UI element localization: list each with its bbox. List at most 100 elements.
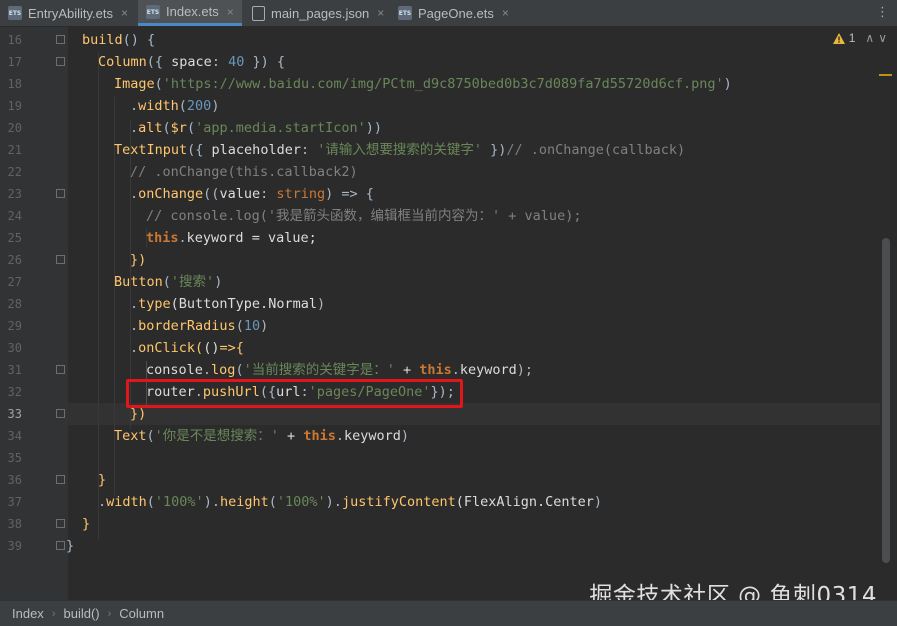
code-token: string: [276, 186, 326, 202]
close-icon[interactable]: ×: [502, 6, 509, 20]
fold-icon[interactable]: [56, 35, 65, 44]
more-tabs-icon[interactable]: ⋮: [876, 5, 889, 20]
code-token: Image: [114, 76, 155, 92]
fold-icon[interactable]: [56, 57, 65, 66]
code-line: TextInput({ placeholder: '请输入想要搜索的关键字' }…: [114, 139, 685, 161]
code-token: }: [82, 516, 91, 532]
editor-tab-bar: ETS EntryAbility.ets × ETS Index.ets × m…: [0, 0, 897, 27]
code-token: this: [419, 362, 452, 378]
code-token: log: [211, 362, 236, 378]
chevron-down-icon[interactable]: ∨: [878, 31, 887, 45]
code-token: :: [211, 54, 229, 70]
close-icon[interactable]: ×: [377, 6, 384, 20]
line-number: 25: [7, 231, 22, 245]
code-token: .: [451, 362, 460, 378]
fold-icon[interactable]: [56, 189, 65, 198]
code-comment: // console.log('我是箭头函数，编辑框当前内容为：' + valu…: [146, 208, 582, 224]
code-token: ): [316, 296, 326, 312]
code-token: Normal: [268, 296, 317, 312]
json-file-icon: [252, 5, 265, 21]
warning-marker[interactable]: [879, 74, 892, 76]
code-token: keyword: [343, 428, 401, 444]
code-token: this: [303, 428, 336, 444]
line-number: 24: [7, 209, 22, 223]
close-icon[interactable]: ×: [227, 5, 234, 19]
code-editor[interactable]: build() { Column({ space: 40 }) { Image(…: [66, 27, 880, 600]
code-line: build() {: [82, 29, 155, 51]
code-token: Column: [98, 54, 147, 70]
code-line: }: [98, 469, 106, 491]
code-line: .width(200): [130, 95, 219, 117]
ets-file-icon: ETS: [398, 6, 412, 20]
warning-icon: [832, 32, 845, 44]
line-number: 23: [7, 187, 22, 201]
line-number: 29: [7, 319, 22, 333]
code-line: .type(ButtonType.Normal): [130, 293, 325, 315]
code-token: :: [260, 186, 277, 202]
fold-icon[interactable]: [56, 541, 65, 550]
tab-pageone[interactable]: ETS PageOne.ets ×: [390, 0, 512, 26]
tab-label: Index.ets: [166, 4, 219, 19]
code-token: type: [138, 296, 171, 312]
tab-entryability[interactable]: ETS EntryAbility.ets ×: [0, 0, 136, 26]
fold-icon[interactable]: [56, 519, 65, 528]
line-number: 16: [7, 33, 22, 47]
fold-icon[interactable]: [56, 255, 65, 264]
close-icon[interactable]: ×: [121, 6, 128, 20]
code-token: }: [66, 538, 75, 554]
line-number: 30: [7, 341, 22, 355]
code-token: Center: [545, 494, 594, 510]
tab-label: EntryAbility.ets: [28, 5, 114, 21]
code-token: =>{: [219, 340, 244, 356]
code-token: .: [178, 230, 187, 246]
warning-count: 1: [848, 31, 856, 45]
tab-index[interactable]: ETS Index.ets ×: [138, 0, 242, 26]
code-comment: // .onChange(this.callback2): [130, 164, 358, 180]
line-number: 21: [7, 143, 22, 157]
code-token: placeholder: [211, 142, 301, 158]
tab-main-pages[interactable]: main_pages.json ×: [244, 0, 390, 26]
line-number-gutter: 16 17 18 19 20 21 22 23 24 25 26 27 28 2…: [0, 27, 68, 600]
code-token: .: [202, 362, 212, 378]
code-token: width: [138, 98, 179, 114]
code-token: .: [130, 186, 139, 202]
code-token: .: [130, 296, 139, 312]
code-line: .width('100%').height('100%').justifyCon…: [98, 491, 602, 513]
chevron-up-icon[interactable]: ∧: [865, 31, 874, 45]
fold-icon[interactable]: [56, 365, 65, 374]
code-token: 'https://www.baidu.com/img/PCtm_d9c8750b…: [162, 76, 724, 92]
code-token: width: [106, 494, 147, 510]
line-number: 32: [7, 385, 22, 399]
code-token: justifyContent: [341, 494, 456, 510]
breadcrumb-item[interactable]: Index: [12, 606, 44, 621]
tab-label: PageOne.ets: [418, 5, 494, 21]
code-token: onChange: [138, 186, 204, 202]
fold-icon[interactable]: [56, 409, 65, 418]
code-token: .: [130, 340, 139, 356]
code-token: keyword: [186, 230, 244, 246]
line-number: 38: [7, 517, 22, 531]
fold-icon[interactable]: [56, 475, 65, 484]
code-token: space: [171, 54, 212, 70]
vertical-scrollbar[interactable]: [882, 238, 890, 563]
code-token: .: [130, 318, 139, 334]
chevron-right-icon: ›: [51, 607, 56, 620]
code-token: +: [394, 362, 420, 378]
inspection-widget[interactable]: 1 ∧ ∨: [832, 31, 887, 45]
code-line: }: [66, 535, 74, 557]
line-number: 17: [7, 55, 22, 69]
code-line: Text('你是不是想搜索：' + this.keyword): [114, 425, 409, 447]
code-token: ).: [325, 494, 342, 510]
code-token: '请输入想要搜索的关键字': [317, 142, 482, 158]
code-token: (): [203, 340, 220, 356]
code-token: ): [400, 428, 410, 444]
code-token: 'app.media.startIcon': [195, 120, 366, 136]
line-number: 18: [7, 77, 22, 91]
breadcrumb-item[interactable]: Column: [119, 606, 164, 621]
code-token: ): [211, 98, 220, 114]
code-line: Button('搜索'): [114, 271, 222, 293]
code-line: Column({ space: 40 }) {: [98, 51, 285, 73]
chevron-right-icon: ›: [107, 607, 112, 620]
code-line: Image('https://www.baidu.com/img/PCtm_d9…: [114, 73, 732, 95]
breadcrumb-item[interactable]: build(): [63, 606, 99, 621]
